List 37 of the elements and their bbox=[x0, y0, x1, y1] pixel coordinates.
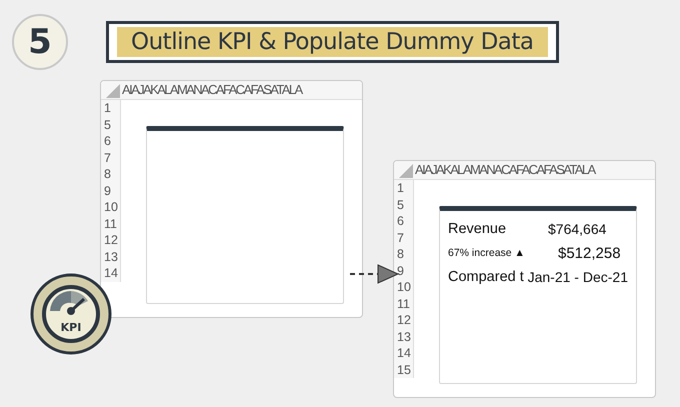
row-number: 14 bbox=[396, 345, 412, 362]
kpi-value: $512,258 bbox=[558, 244, 621, 262]
gauge-icon bbox=[42, 285, 100, 343]
row-number: 6 bbox=[396, 213, 405, 230]
kpi-value: Jan-21 - Dec-21 bbox=[528, 269, 628, 285]
column-headers: AIAJAKALAMANACAFACAFASATALA bbox=[414, 161, 595, 179]
kpi-label: Revenue bbox=[448, 221, 508, 237]
step-number: 5 bbox=[12, 14, 68, 70]
row-number: 10 bbox=[396, 279, 412, 296]
column-headers: AIAJAKALAMANACAFACAFASATALA bbox=[121, 81, 302, 99]
row-number: 12 bbox=[396, 312, 412, 328]
row-number: 13 bbox=[396, 328, 412, 345]
row-number: 11 bbox=[396, 296, 411, 312]
select-all-icon[interactable] bbox=[106, 84, 120, 98]
row-number: 8 bbox=[396, 246, 405, 262]
kpi-label: 67% increase ▲ bbox=[448, 247, 526, 259]
row-number: 9 bbox=[103, 182, 112, 199]
select-all-icon[interactable] bbox=[399, 164, 413, 178]
kpi-label: KPI bbox=[60, 321, 82, 334]
row-number: 5 bbox=[396, 196, 405, 213]
row-number: 12 bbox=[103, 232, 119, 248]
row-number: 14 bbox=[103, 265, 119, 282]
row-number: 7 bbox=[103, 150, 112, 166]
row-number: 8 bbox=[103, 166, 112, 182]
row-number: 5 bbox=[103, 116, 112, 133]
row-number: 1 bbox=[103, 100, 112, 116]
row-number: 9 bbox=[396, 262, 405, 279]
row-number: 11 bbox=[103, 216, 118, 232]
kpi-value: $764,664 bbox=[548, 221, 606, 237]
row-number: 6 bbox=[103, 133, 112, 150]
row-number: 10 bbox=[103, 199, 119, 216]
row-number: 13 bbox=[103, 248, 119, 265]
title: Outline KPI & Populate Dummy Data bbox=[117, 27, 548, 57]
kpi-label: Compared t bbox=[448, 269, 525, 285]
row-number: 7 bbox=[396, 230, 405, 246]
row-number: 1 bbox=[396, 180, 405, 196]
row-number: 15 bbox=[396, 362, 412, 378]
